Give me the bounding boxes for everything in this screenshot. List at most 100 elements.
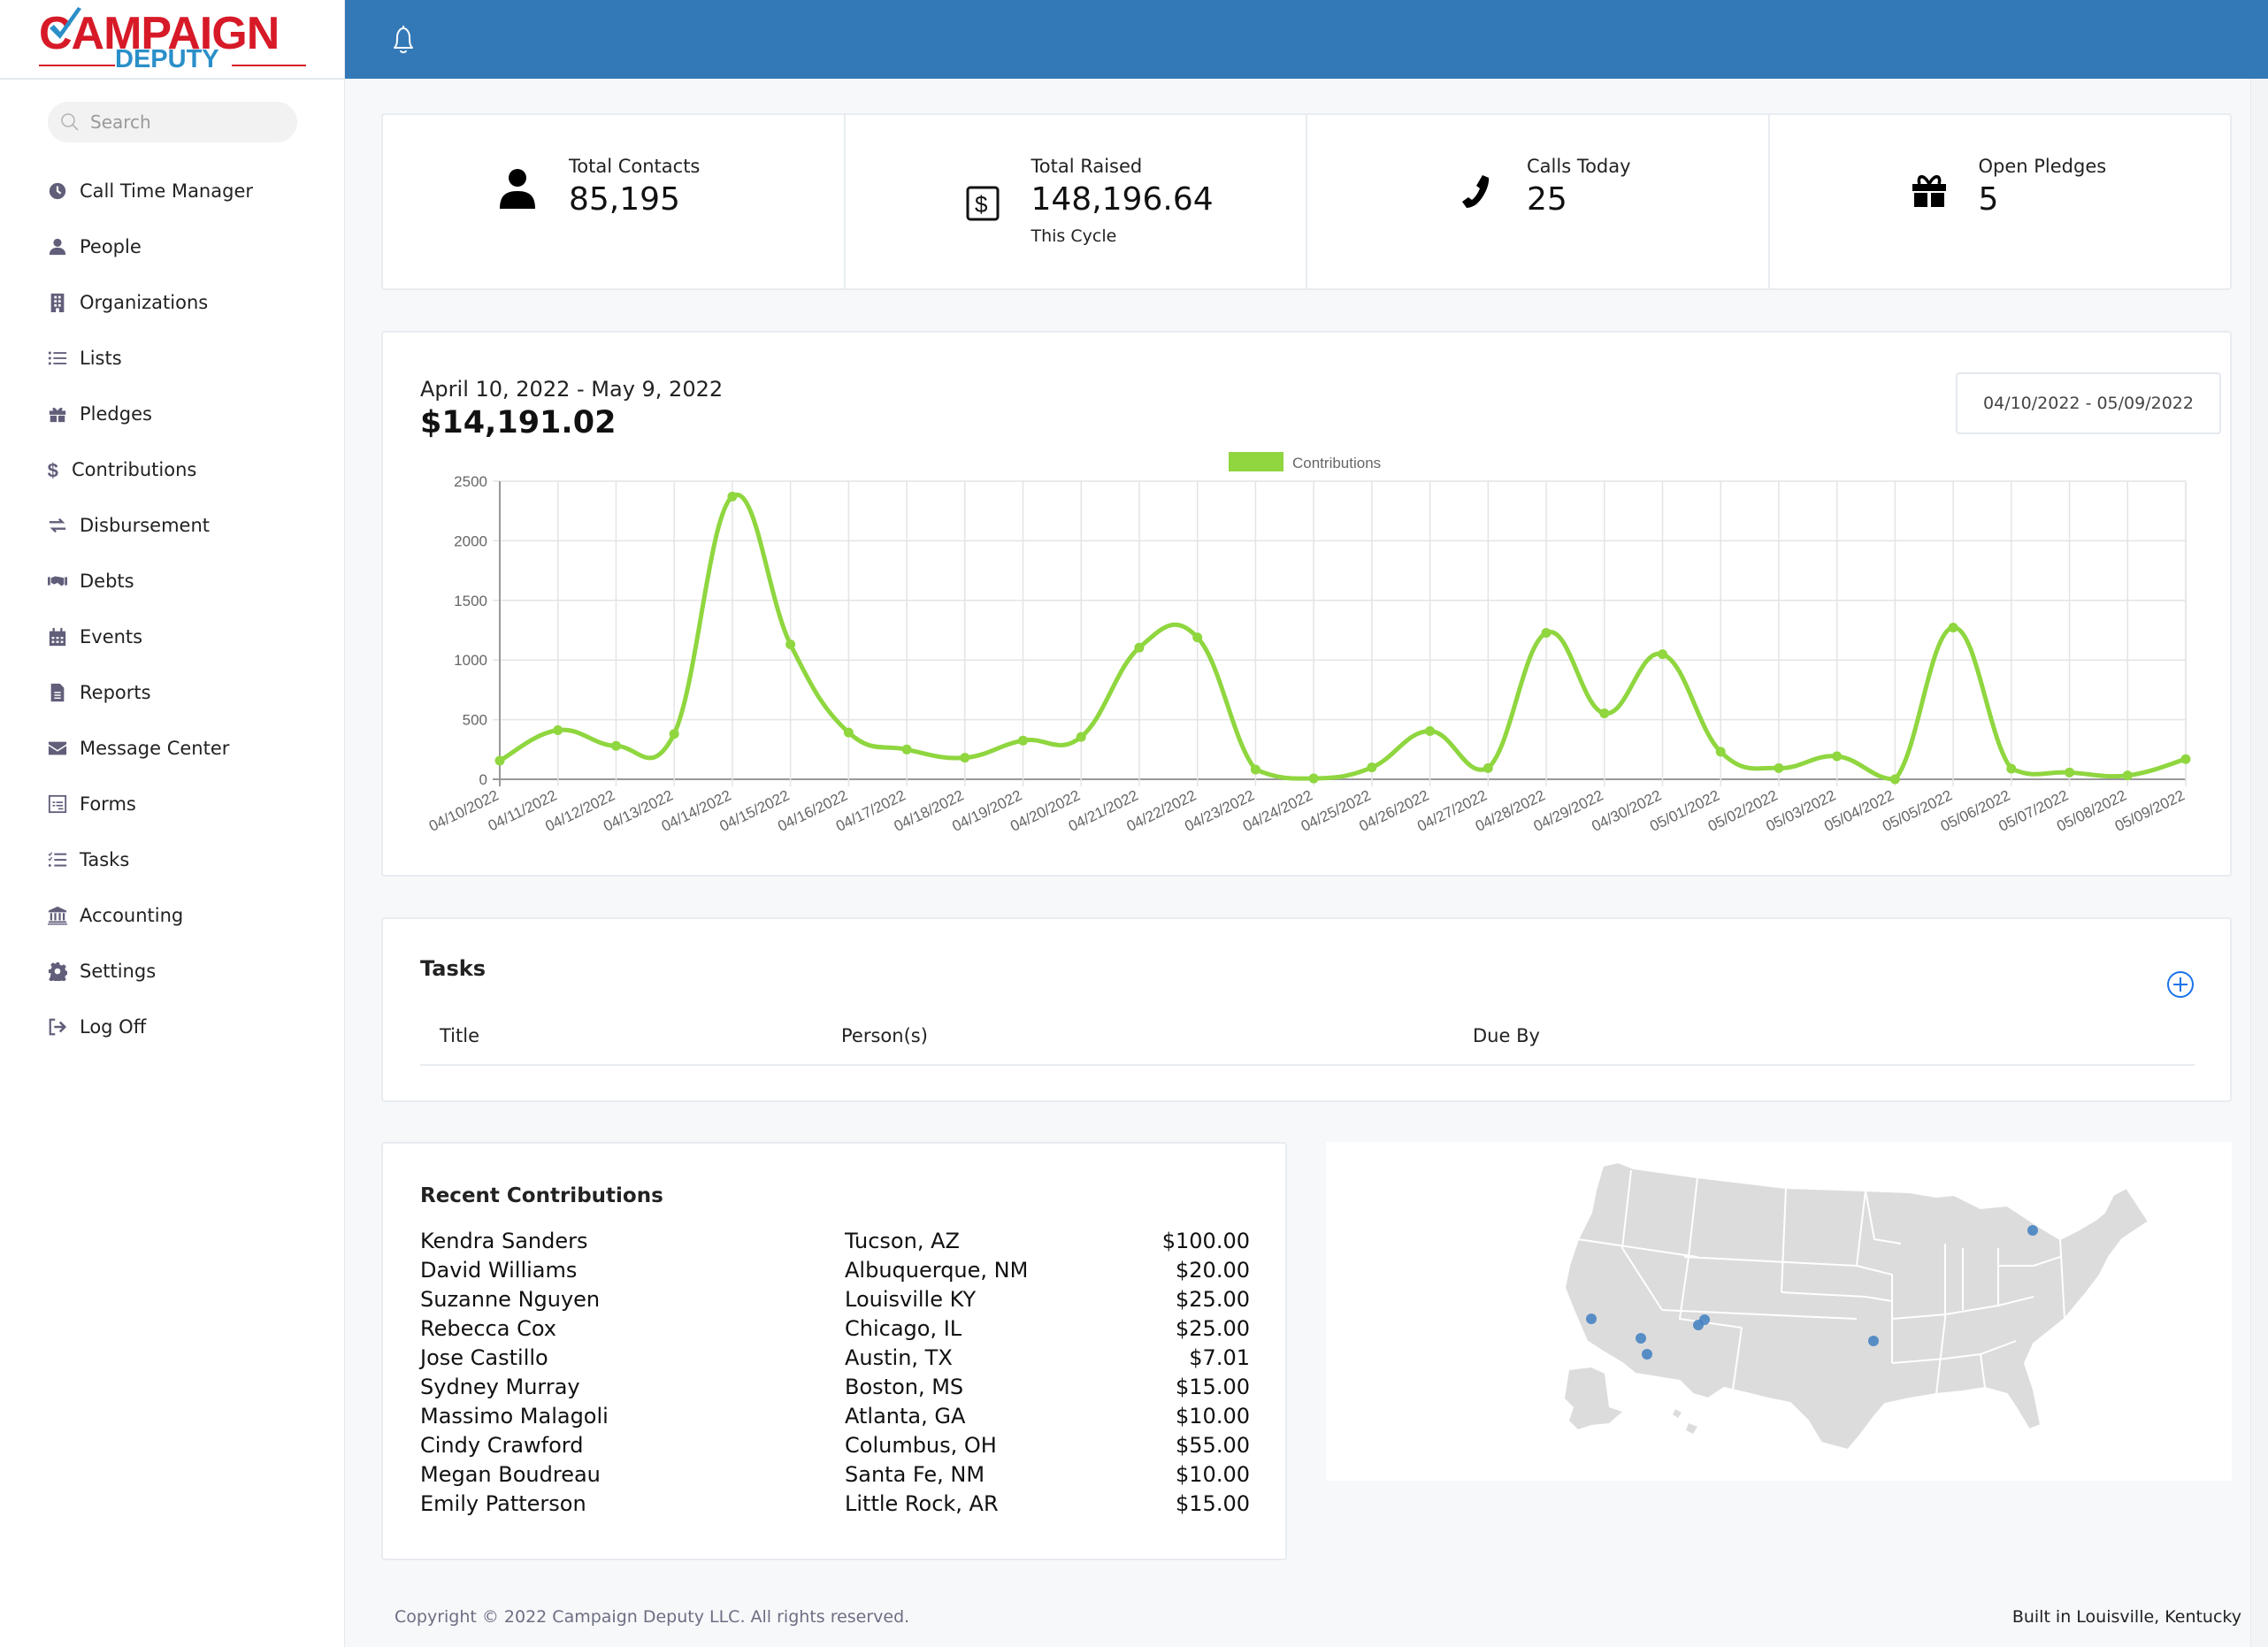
list-item[interactable]: Cindy Crawford Columbus, OH $55.00: [420, 1433, 1250, 1462]
sign-out-icon: [47, 1016, 68, 1038]
data-point: [1192, 632, 1203, 643]
search-input[interactable]: [90, 111, 285, 133]
page-scrollbar[interactable]: [2250, 79, 2268, 1647]
hawaii-shape: [1673, 1409, 1697, 1434]
sidebar-item-lists[interactable]: Lists: [0, 330, 345, 386]
contributor-location: Boston, MS: [845, 1375, 964, 1399]
checkmark-icon: [50, 7, 81, 39]
sidebar-item-events[interactable]: Events: [0, 609, 345, 664]
sidebar-item-reports[interactable]: Reports: [0, 664, 345, 720]
contribution-amount: $55.00: [1176, 1433, 1250, 1458]
column-header-persons[interactable]: Person(s): [841, 1025, 928, 1046]
contributor-location: Tucson, AZ: [845, 1229, 960, 1253]
sidebar-item-message-center[interactable]: Message Center: [0, 720, 345, 776]
building-icon: [47, 292, 68, 313]
alaska-shape: [1565, 1367, 1622, 1429]
list-item[interactable]: David Williams Albuquerque, NM $20.00: [420, 1258, 1250, 1287]
list-item[interactable]: Kendra Sanders Tucson, AZ $100.00: [420, 1229, 1250, 1258]
column-header-title[interactable]: Title: [440, 1025, 479, 1046]
data-point: [1599, 708, 1610, 718]
map-marker[interactable]: [1586, 1314, 1597, 1324]
map-marker[interactable]: [1699, 1314, 1710, 1325]
map-marker[interactable]: [1642, 1349, 1652, 1360]
sidebar-item-label: Reports: [80, 681, 151, 703]
handshake-icon: [47, 571, 68, 592]
contribution-amount: $100.00: [1161, 1229, 1250, 1253]
sidebar-item-people[interactable]: People: [0, 218, 345, 274]
data-point: [610, 740, 621, 751]
contributor-name: Rebecca Cox: [420, 1316, 556, 1341]
list-item[interactable]: Suzanne Nguyen Louisville KY $25.00: [420, 1287, 1250, 1316]
sidebar-item-tasks[interactable]: Tasks: [0, 831, 345, 887]
map-marker[interactable]: [1636, 1333, 1646, 1344]
add-task-button[interactable]: [2166, 970, 2195, 999]
stat-subtitle: This Cycle: [1031, 226, 1117, 246]
map-marker[interactable]: [2027, 1225, 2038, 1236]
list-item[interactable]: Massimo Malagoli Atlanta, GA $10.00: [420, 1404, 1250, 1433]
stat-calls-today[interactable]: Calls Today 25: [1307, 115, 1770, 288]
data-point: [1425, 726, 1436, 737]
gift-icon: [1912, 175, 1946, 207]
sidebar-item-forms[interactable]: Forms: [0, 776, 345, 831]
data-point: [669, 729, 679, 739]
file-icon: [47, 682, 68, 703]
map-marker[interactable]: [1868, 1336, 1879, 1346]
search-icon: [61, 113, 79, 131]
stat-total-raised[interactable]: $ Total Raised 148,196.64 This Cycle: [846, 115, 1307, 288]
sidebar-item-debts[interactable]: Debts: [0, 553, 345, 609]
sidebar-item-label: People: [80, 235, 142, 257]
column-header-due-by[interactable]: Due By: [1473, 1025, 1540, 1046]
stat-label: Open Pledges: [1978, 156, 2107, 177]
logo[interactable]: CAMPAIGN DEPUTY: [0, 0, 345, 80]
svg-text:$: $: [48, 460, 58, 479]
data-point: [1134, 642, 1145, 653]
sidebar-item-log-off[interactable]: Log Off: [0, 999, 345, 1054]
data-point: [843, 727, 854, 738]
contribution-amount: $25.00: [1176, 1287, 1250, 1312]
sidebar-item-organizations[interactable]: Organizations: [0, 274, 345, 330]
stat-value: 25: [1527, 181, 1567, 218]
money-bill-icon: $: [966, 186, 999, 221]
sidebar-item-call-time-manager[interactable]: Call Time Manager: [0, 163, 345, 218]
data-point: [1832, 751, 1843, 762]
stat-total-contacts[interactable]: Total Contacts 85,195: [383, 115, 846, 288]
contribution-amount: $7.01: [1189, 1345, 1250, 1370]
sidebar-item-contributions[interactable]: $ Contributions: [0, 441, 345, 497]
list-item[interactable]: Rebecca Cox Chicago, IL $25.00: [420, 1316, 1250, 1345]
sidebar-item-accounting[interactable]: Accounting: [0, 887, 345, 943]
sidebar-nav: Call Time Manager People Organizations L…: [0, 163, 345, 1054]
contribution-amount: $25.00: [1176, 1316, 1250, 1341]
stat-open-pledges[interactable]: Open Pledges 5: [1770, 115, 2231, 288]
tasks-title: Tasks: [420, 956, 487, 981]
us-map[interactable]: [1326, 1142, 2232, 1481]
list-item[interactable]: Jose Castillo Austin, TX $7.01: [420, 1345, 1250, 1375]
list-item[interactable]: Megan Boudreau Santa Fe, NM $10.00: [420, 1462, 1250, 1491]
sidebar-item-disbursement[interactable]: Disbursement: [0, 497, 345, 553]
sidebar-item-pledges[interactable]: Pledges: [0, 386, 345, 441]
series-line-contributions: [498, 492, 2187, 782]
data-point: [1774, 762, 1784, 773]
recent-contributions-list: Kendra Sanders Tucson, AZ $100.00 David Wi…: [420, 1229, 1250, 1521]
list-icon: [47, 348, 68, 369]
data-point: [2065, 767, 2075, 778]
data-point: [1250, 764, 1260, 775]
list-item[interactable]: Emily Patterson Little Rock, AR $15.00: [420, 1491, 1250, 1521]
search-box[interactable]: [48, 102, 297, 142]
sidebar-item-label: Accounting: [80, 904, 184, 926]
contributor-name: Suzanne Nguyen: [420, 1287, 601, 1312]
contributions-line-chart: 0500100015002000250004/10/202204/11/2022…: [426, 452, 2191, 835]
logo-rule-right: [232, 65, 306, 66]
sidebar-item-label: Debts: [80, 570, 134, 592]
contributor-location: Albuquerque, NM: [845, 1258, 1029, 1283]
stat-value: 85,195: [569, 181, 680, 218]
data-point: [960, 753, 970, 763]
contributions-map-card: [1326, 1142, 2232, 1481]
contributor-name: Megan Boudreau: [420, 1462, 601, 1487]
bell-icon[interactable]: [387, 23, 419, 57]
contributor-name: Cindy Crawford: [420, 1433, 584, 1458]
tasks-table-header: Title Person(s) Due By: [420, 1007, 2195, 1066]
data-point: [901, 744, 912, 755]
sidebar-item-settings[interactable]: Settings: [0, 943, 345, 999]
list-item[interactable]: Sydney Murray Boston, MS $15.00: [420, 1375, 1250, 1404]
y-tick-label: 0: [479, 771, 487, 788]
